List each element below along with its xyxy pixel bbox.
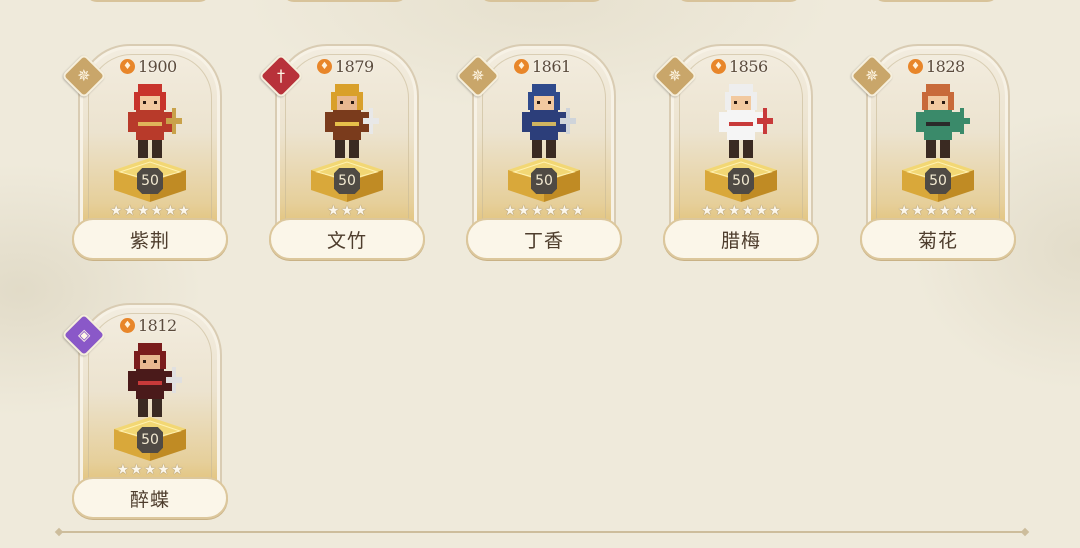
hero-sprite: [116, 78, 184, 170]
hero-sprite: [904, 78, 972, 170]
power-value: 1828: [926, 56, 965, 76]
level-badge: 50: [728, 168, 754, 194]
hero-card-partial[interactable]: [479, 0, 605, 2]
star-icon: ★: [952, 203, 965, 219]
hero-card[interactable]: ◈ ♦ 1812 50 ★ ★ ★ ★ ★ 醉蝶: [61, 303, 228, 521]
star-icon: ★: [150, 203, 164, 219]
hero-name: 菊花: [917, 229, 958, 252]
star-icon: ★: [530, 203, 544, 219]
hero-name-plate: 紫荆: [72, 218, 228, 260]
hero-name: 文竹: [326, 229, 367, 252]
hero-sprite: [707, 78, 775, 170]
star-rating: ★ ★ ★: [269, 204, 425, 218]
star-icon: ★: [354, 203, 367, 219]
level-badge: 50: [137, 427, 163, 453]
hero-card-partial[interactable]: [676, 0, 802, 2]
star-icon: ★: [727, 203, 741, 219]
star-icon: ★: [897, 203, 911, 219]
star-icon: ★: [130, 462, 143, 478]
star-rating: ★ ★ ★ ★ ★ ★: [466, 204, 622, 218]
star-rating: ★ ★ ★ ★ ★ ★: [663, 204, 819, 218]
hero-name: 紫荆: [129, 229, 170, 252]
star-icon: ★: [517, 203, 530, 219]
flame-icon: ♦: [908, 58, 923, 74]
hero-name: 丁香: [523, 229, 564, 252]
hero-card[interactable]: ✵ ♦ 1856 50 ★ ★ ★ ★ ★ ★ 腊梅: [652, 44, 819, 262]
hero-sprite: [116, 337, 184, 429]
flame-icon: ♦: [317, 58, 332, 74]
hero-card-partial[interactable]: [873, 0, 999, 2]
star-icon: ★: [170, 462, 184, 478]
star-icon: ★: [340, 203, 354, 219]
hero-name: 醉蝶: [129, 488, 170, 511]
star-icon: ★: [700, 203, 714, 219]
hero-name: 腊梅: [720, 229, 761, 252]
hero-sprite: [313, 78, 381, 170]
star-icon: ★: [544, 203, 558, 219]
power-rating: ♦ 1879: [317, 56, 374, 76]
star-icon: ★: [924, 203, 938, 219]
power-rating: ♦ 1812: [120, 315, 177, 335]
star-icon: ★: [571, 203, 585, 219]
hero-sprite: [510, 78, 578, 170]
section-divider: [54, 527, 1030, 537]
hero-name-plate: 醉蝶: [72, 477, 228, 519]
star-icon: ★: [965, 203, 979, 219]
star-icon: ★: [109, 203, 123, 219]
hero-card[interactable]: † ♦ 1879 50 ★ ★ ★ 文竹: [258, 44, 425, 262]
hero-card[interactable]: ✵ ♦ 1828 50 ★ ★ ★ ★ ★ ★ 菊花: [849, 44, 1016, 262]
hero-name-plate: 腊梅: [663, 218, 819, 260]
star-icon: ★: [327, 203, 340, 219]
star-icon: ★: [116, 462, 130, 478]
star-icon: ★: [768, 203, 782, 219]
power-value: 1900: [138, 56, 177, 76]
level-badge: 50: [334, 168, 360, 194]
star-rating: ★ ★ ★ ★ ★: [72, 463, 228, 477]
star-icon: ★: [938, 203, 952, 219]
power-rating: ♦ 1856: [711, 56, 768, 76]
star-icon: ★: [911, 203, 924, 219]
hero-card-partial[interactable]: [85, 0, 211, 2]
star-icon: ★: [177, 203, 191, 219]
power-value: 1879: [335, 56, 374, 76]
flame-icon: ♦: [514, 58, 529, 74]
power-value: 1856: [729, 56, 768, 76]
star-rating: ★ ★ ★ ★ ★ ★: [72, 204, 228, 218]
hero-card[interactable]: ✵ ♦ 1900 50 ★ ★ ★ ★ ★ ★ 紫荆: [61, 44, 228, 262]
flame-icon: ♦: [711, 58, 726, 74]
star-icon: ★: [503, 203, 517, 219]
hero-name-plate: 文竹: [269, 218, 425, 260]
star-rating: ★ ★ ★ ★ ★ ★: [860, 204, 1016, 218]
star-icon: ★: [558, 203, 571, 219]
hero-card[interactable]: ✵ ♦ 1861 50 ★ ★ ★ ★ ★ ★ 丁香: [455, 44, 622, 262]
power-rating: ♦ 1861: [514, 56, 571, 76]
power-value: 1812: [138, 315, 177, 335]
hero-name-plate: 菊花: [860, 218, 1016, 260]
star-icon: ★: [143, 462, 157, 478]
star-icon: ★: [123, 203, 136, 219]
star-icon: ★: [741, 203, 755, 219]
star-icon: ★: [714, 203, 727, 219]
power-value: 1861: [532, 56, 571, 76]
star-icon: ★: [164, 203, 177, 219]
hero-card-partial[interactable]: [282, 0, 408, 2]
power-rating: ♦ 1828: [908, 56, 965, 76]
star-icon: ★: [157, 462, 170, 478]
level-badge: 50: [925, 168, 951, 194]
hero-name-plate: 丁香: [466, 218, 622, 260]
level-badge: 50: [137, 168, 163, 194]
star-icon: ★: [755, 203, 768, 219]
flame-icon: ♦: [120, 58, 135, 74]
power-rating: ♦ 1900: [120, 56, 177, 76]
flame-icon: ♦: [120, 317, 135, 333]
level-badge: 50: [531, 168, 557, 194]
star-icon: ★: [136, 203, 150, 219]
